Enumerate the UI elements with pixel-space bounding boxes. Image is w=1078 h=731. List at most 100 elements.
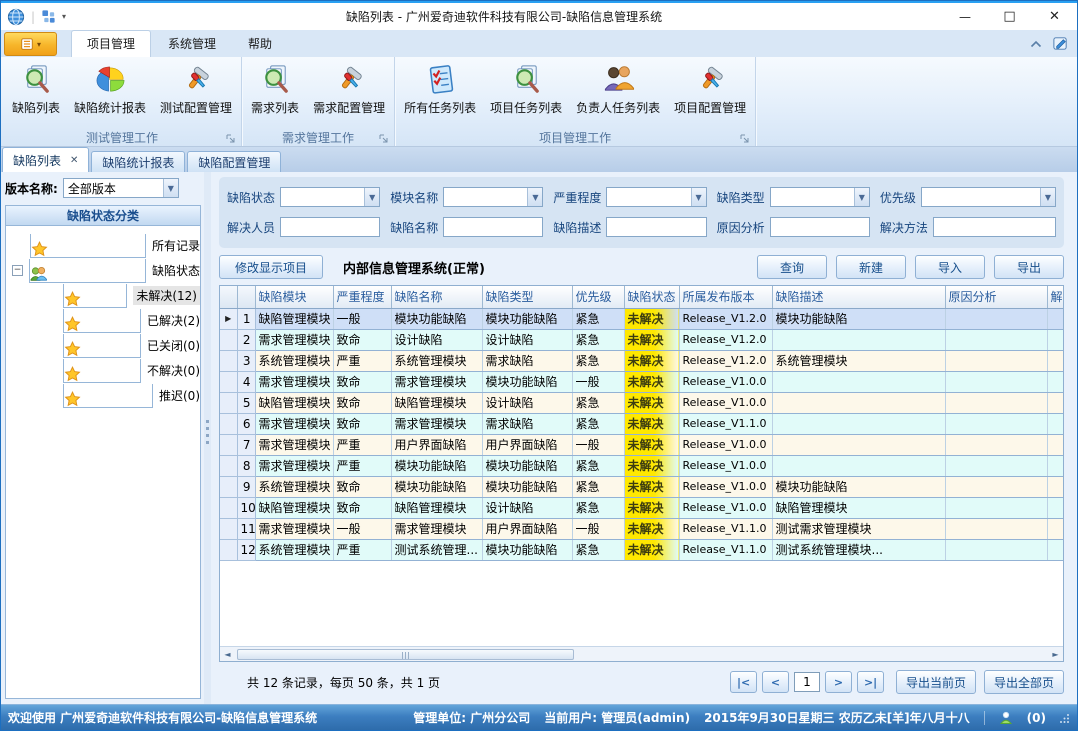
scroll-right-icon[interactable]: ► bbox=[1048, 650, 1063, 659]
table-row[interactable]: 7需求管理模块严重用户界面缺陷用户界面缺陷一般未解决Release_V1.0.0 bbox=[220, 434, 1064, 455]
tree-item-postponed[interactable]: 推迟(0) bbox=[6, 383, 200, 408]
tab-project-mgmt[interactable]: 项目管理 bbox=[71, 30, 151, 57]
tab-system-mgmt[interactable]: 系统管理 bbox=[153, 31, 231, 57]
col-type[interactable]: 缺陷类型 bbox=[482, 286, 572, 308]
table-row[interactable]: 2需求管理模块致命设计缺陷设计缺陷紧急未解决Release_V1.2.0 bbox=[220, 329, 1064, 350]
col-module[interactable]: 缺陷模块 bbox=[255, 286, 333, 308]
collapse-icon[interactable]: − bbox=[12, 265, 23, 276]
tree-item-resolved[interactable]: 已解决(2) bbox=[6, 308, 200, 333]
prev-page-button[interactable]: < bbox=[762, 671, 789, 693]
tab-help[interactable]: 帮助 bbox=[233, 31, 287, 57]
minimize-button[interactable]: — bbox=[942, 3, 987, 30]
splitter-handle[interactable] bbox=[204, 172, 211, 704]
col-description[interactable]: 缺陷描述 bbox=[772, 286, 945, 308]
table-row[interactable]: 5缺陷管理模块致命缺陷管理模块设计缺陷紧急未解决Release_V1.0.0 bbox=[220, 392, 1064, 413]
defect-desc-filter[interactable] bbox=[606, 217, 706, 237]
query-button[interactable]: 查询 bbox=[757, 255, 827, 279]
test-config-button[interactable]: 测试配置管理 bbox=[153, 59, 239, 128]
defect-list-button[interactable]: 缺陷列表 bbox=[5, 59, 67, 128]
ribbon-button-label: 项目配置管理 bbox=[674, 99, 746, 116]
export-buttons: 导出当前页 导出全部页 bbox=[896, 670, 1064, 694]
first-page-button[interactable]: |< bbox=[730, 671, 757, 693]
table-row[interactable]: 4需求管理模块致命需求管理模块模块功能缺陷一般未解决Release_V1.0.0 bbox=[220, 371, 1064, 392]
all-tasks-button[interactable]: 所有任务列表 bbox=[397, 59, 483, 128]
scroll-left-icon[interactable]: ◄ bbox=[220, 650, 235, 659]
export-current-page-button[interactable]: 导出当前页 bbox=[896, 670, 976, 694]
requirement-config-button[interactable]: 需求配置管理 bbox=[306, 59, 392, 128]
star-icon bbox=[30, 234, 146, 258]
module-name-filter[interactable]: ▼ bbox=[443, 187, 543, 207]
horizontal-scrollbar[interactable]: ◄ ► bbox=[220, 646, 1063, 661]
dialog-launcher-icon[interactable] bbox=[740, 133, 750, 143]
cell-status: 未解决 bbox=[624, 350, 679, 371]
table-row[interactable]: ▶1缺陷管理模块一般模块功能缺陷模块功能缺陷紧急未解决Release_V1.2.… bbox=[220, 308, 1064, 329]
cell-release: Release_V1.2.0 bbox=[679, 329, 772, 350]
last-page-button[interactable]: >| bbox=[857, 671, 884, 693]
severity-filter[interactable]: ▼ bbox=[606, 187, 706, 207]
tree-item-defect-status[interactable]: −缺陷状态 bbox=[6, 258, 200, 283]
ribbon-group: 需求列表需求配置管理需求管理工作 bbox=[242, 57, 395, 146]
tree-item-all-records[interactable]: 所有记录 bbox=[6, 233, 200, 258]
solution-filter[interactable] bbox=[933, 217, 1056, 237]
cause-filter[interactable] bbox=[770, 217, 870, 237]
close-tab-icon[interactable]: ✕ bbox=[70, 155, 78, 166]
scrollbar-thumb[interactable] bbox=[237, 649, 574, 660]
table-row[interactable]: 11需求管理模块一般需求管理模块用户界面缺陷一般未解决Release_V1.1.… bbox=[220, 518, 1064, 539]
defect-report-button[interactable]: 缺陷统计报表 bbox=[67, 59, 153, 128]
cell-cause bbox=[945, 329, 1047, 350]
modify-columns-button[interactable]: 修改显示项目 bbox=[219, 255, 323, 279]
project-tasks-button[interactable]: 项目任务列表 bbox=[483, 59, 569, 128]
col-cause[interactable]: 原因分析 bbox=[945, 286, 1047, 308]
tree-item-closed[interactable]: 已关闭(0) bbox=[6, 333, 200, 358]
defect-status-filter[interactable]: ▼ bbox=[280, 187, 380, 207]
col-release[interactable]: 所属发布版本 bbox=[679, 286, 772, 308]
version-combo[interactable]: 全部版本 ▼ bbox=[63, 178, 179, 198]
maximize-button[interactable]: □ bbox=[987, 3, 1032, 30]
table-row[interactable]: 6需求管理模块致命需求管理模块需求缺陷紧急未解决Release_V1.1.0 bbox=[220, 413, 1064, 434]
page-number-input[interactable] bbox=[794, 672, 820, 692]
priority-filter[interactable]: ▼ bbox=[921, 187, 1056, 207]
doc-tab-defect-report[interactable]: 缺陷统计报表 bbox=[91, 151, 185, 172]
ribbon-collapse-icon[interactable] bbox=[1030, 40, 1042, 48]
table-row[interactable]: 9系统管理模块致命模块功能缺陷模块功能缺陷紧急未解决Release_V1.0.0… bbox=[220, 476, 1064, 497]
import-button[interactable]: 导入 bbox=[915, 255, 985, 279]
doc-tab-defect-config[interactable]: 缺陷配置管理 bbox=[187, 151, 281, 172]
tree-item-unresolved[interactable]: 未解决(12) bbox=[6, 283, 200, 308]
cell-name: 缺陷管理模块 bbox=[391, 497, 482, 518]
col-priority[interactable]: 优先级 bbox=[572, 286, 624, 308]
dialog-launcher-icon[interactable] bbox=[379, 133, 389, 143]
col-solution[interactable]: 解决方法 bbox=[1047, 286, 1064, 308]
star-icon bbox=[63, 309, 141, 333]
solver-filter[interactable] bbox=[280, 217, 380, 237]
table-row[interactable]: 8需求管理模块严重模块功能缺陷模块功能缺陷紧急未解决Release_V1.0.0 bbox=[220, 455, 1064, 476]
project-config-button[interactable]: 项目配置管理 bbox=[667, 59, 753, 128]
quick-access-grid-icon[interactable] bbox=[41, 9, 56, 24]
resize-grip[interactable] bbox=[1060, 713, 1070, 723]
tree-item-wontfix[interactable]: 不解决(0) bbox=[6, 358, 200, 383]
col-severity[interactable]: 严重程度 bbox=[333, 286, 391, 308]
table-row[interactable]: 10缺陷管理模块致命缺陷管理模块设计缺陷紧急未解决Release_V1.0.0缺… bbox=[220, 497, 1064, 518]
app-menu-button[interactable]: ▾ bbox=[4, 32, 57, 56]
requirement-list-button[interactable]: 需求列表 bbox=[244, 59, 306, 128]
new-button[interactable]: 新建 bbox=[836, 255, 906, 279]
table-row[interactable]: 3系统管理模块严重系统管理模块需求缺陷紧急未解决Release_V1.2.0系统… bbox=[220, 350, 1064, 371]
doc-tab-label: 缺陷配置管理 bbox=[198, 154, 270, 171]
dialog-launcher-icon[interactable] bbox=[226, 133, 236, 143]
defect-type-filter[interactable]: ▼ bbox=[770, 187, 870, 207]
col-name[interactable]: 缺陷名称 bbox=[391, 286, 482, 308]
close-button[interactable]: ✕ bbox=[1032, 3, 1077, 30]
row-number-cell: 2 bbox=[237, 329, 255, 350]
doc-tab-defect-list[interactable]: 缺陷列表✕ bbox=[2, 147, 89, 172]
export-all-pages-button[interactable]: 导出全部页 bbox=[984, 670, 1064, 694]
defect-name-filter[interactable] bbox=[443, 217, 543, 237]
row-number-cell: 8 bbox=[237, 455, 255, 476]
export-button[interactable]: 导出 bbox=[994, 255, 1064, 279]
next-page-button[interactable]: > bbox=[825, 671, 852, 693]
col-status[interactable]: 缺陷状态 bbox=[624, 286, 679, 308]
owner-tasks-button[interactable]: 负责人任务列表 bbox=[569, 59, 667, 128]
window-controls: — □ ✕ bbox=[942, 3, 1077, 30]
cell-status: 未解决 bbox=[624, 497, 679, 518]
about-icon[interactable] bbox=[1052, 35, 1069, 52]
table-row[interactable]: 12系统管理模块严重测试系统管理...模块功能缺陷紧急未解决Release_V1… bbox=[220, 539, 1064, 560]
cell-priority: 紧急 bbox=[572, 539, 624, 560]
